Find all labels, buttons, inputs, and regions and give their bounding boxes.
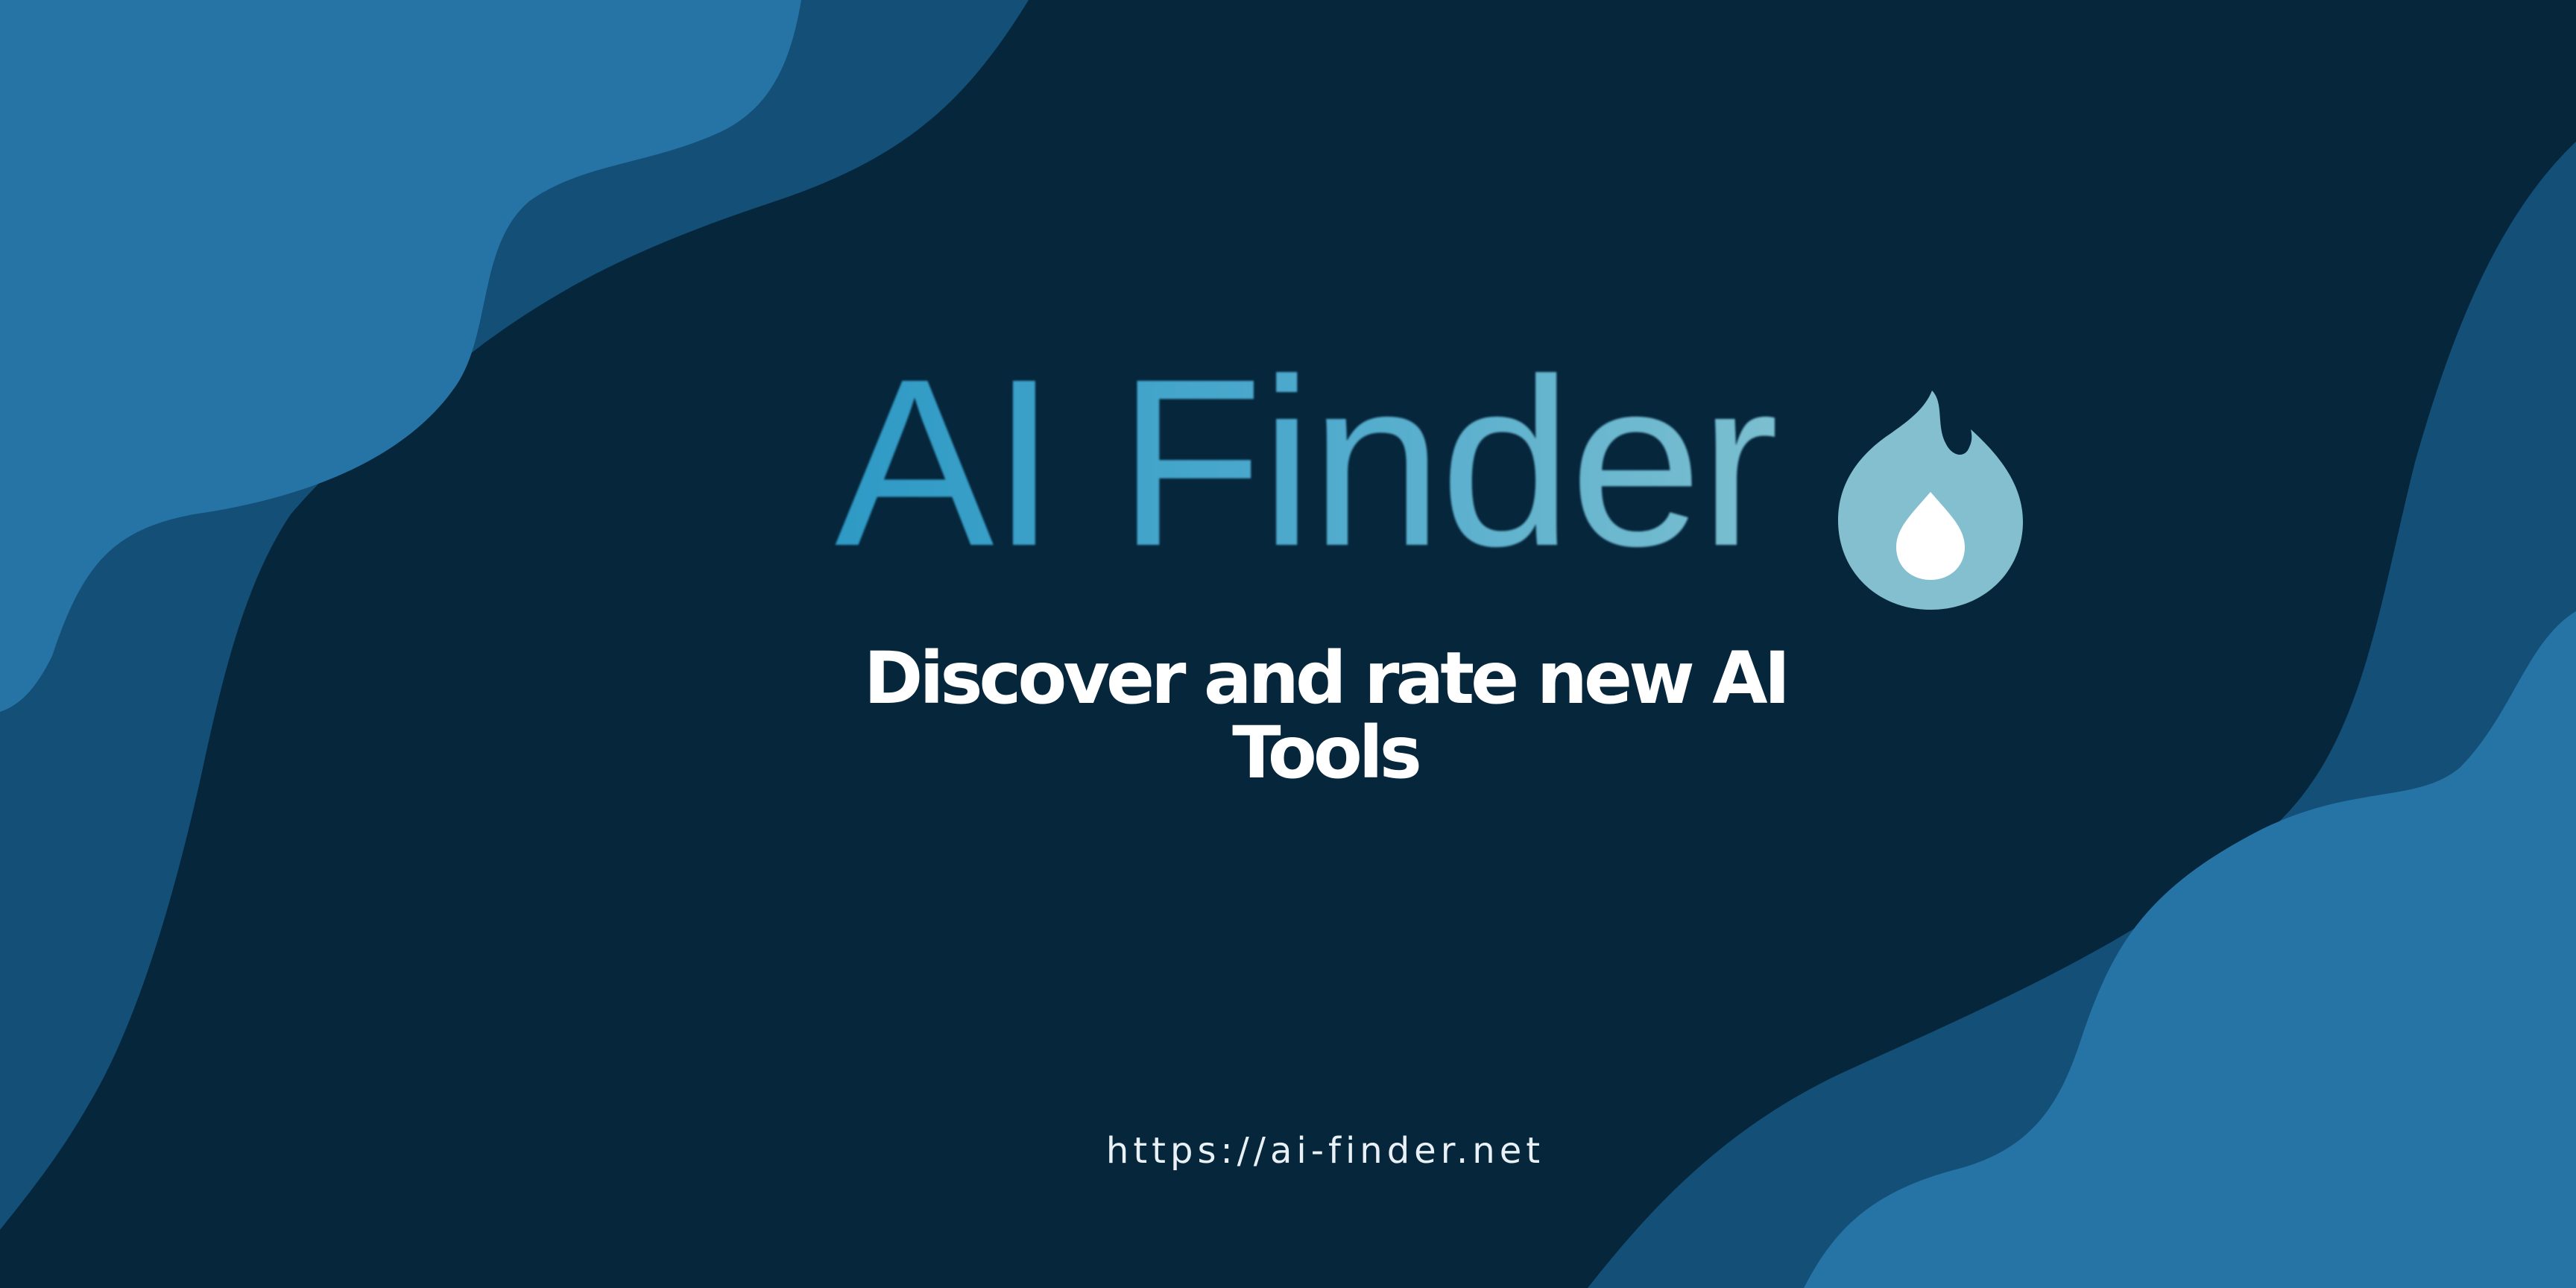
website-url[interactable]: https://ai-finder.net (915, 1124, 1735, 1178)
flame-icon (1838, 391, 2023, 610)
brand-name: AI Finder (835, 329, 1778, 596)
hero-banner: AI Finder Discover and rate new AI Tools… (0, 0, 2576, 1288)
brand-logo: AI Finder (835, 329, 2027, 619)
tagline: Discover and rate new AI Tools (863, 637, 1790, 795)
